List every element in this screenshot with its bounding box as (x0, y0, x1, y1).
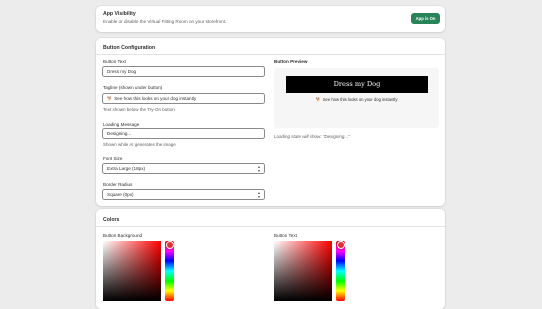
app-visibility-card: App Visibility Enable or disable the Vir… (96, 6, 445, 32)
button-background-saturation-picker[interactable] (103, 241, 161, 301)
loading-message-label: Loading Message (103, 122, 140, 127)
hue-slider-handle[interactable] (336, 241, 345, 249)
tagline-input[interactable]: 🐕 See how this looks on your dog instantl… (102, 93, 265, 104)
app-status-badge[interactable]: App is On (411, 13, 440, 24)
border-radius-label: Border Radius (103, 182, 133, 187)
tagline-help-text: Text shown below the Try-On button (103, 107, 175, 112)
hue-slider-handle[interactable] (165, 241, 174, 249)
loading-message-input[interactable]: Designing... (102, 128, 265, 139)
button-background-hue-slider[interactable] (165, 241, 174, 301)
button-background-label: Button Background (103, 233, 143, 238)
preview-tagline-text: See how this looks on your dog instantly (322, 97, 398, 102)
dog-emoji-icon: 🐕 (107, 96, 113, 101)
border-radius-value: Square (0px) (107, 192, 134, 197)
dog-emoji-icon: 🐕 (315, 97, 321, 102)
select-chevron-icon: ▴ ▾ (257, 190, 260, 199)
button-text-input[interactable]: Dress my Dog (102, 66, 265, 77)
select-chevron-icon: ▴ ▾ (257, 164, 260, 173)
tagline-input-value: See how this looks on your dog instantly (114, 96, 197, 101)
colors-card: Colors Button Background Button Text (96, 209, 445, 309)
button-preview-box: Dress my Dog 🐕 See how this looks on your… (274, 68, 439, 128)
section-divider (96, 54, 445, 55)
preview-tagline: 🐕 See how this looks on your dog instantl… (274, 97, 439, 103)
button-preview-title: Button Preview (274, 59, 308, 64)
font-size-select[interactable]: Extra Large (18px) ▴ ▾ (102, 163, 265, 174)
border-radius-select[interactable]: Square (0px) ▴ ▾ (102, 189, 265, 200)
button-text-saturation-picker[interactable] (274, 241, 332, 301)
font-size-value: Extra Large (18px) (107, 166, 146, 171)
button-text-color-label: Button Text (274, 233, 297, 238)
button-text-label: Button Text (103, 59, 126, 64)
button-configuration-title: Button Configuration (103, 45, 156, 51)
section-divider (96, 226, 445, 227)
tagline-label: Tagline (shown under button) (103, 85, 163, 90)
app-visibility-description: Enable or disable the Virtual Fitting Ro… (103, 19, 227, 24)
font-size-label: Font Size (103, 156, 123, 161)
loading-help-text: Shown while AI generates the image (103, 142, 176, 147)
app-visibility-title: App Visibility (103, 11, 136, 17)
colors-title: Colors (103, 217, 120, 223)
preview-button[interactable]: Dress my Dog (286, 76, 428, 93)
button-text-hue-slider[interactable] (336, 241, 345, 301)
button-configuration-card: Button Configuration Button Text Dress m… (96, 38, 445, 206)
loading-state-note: Loading state will show: "Designing..." (274, 134, 350, 139)
